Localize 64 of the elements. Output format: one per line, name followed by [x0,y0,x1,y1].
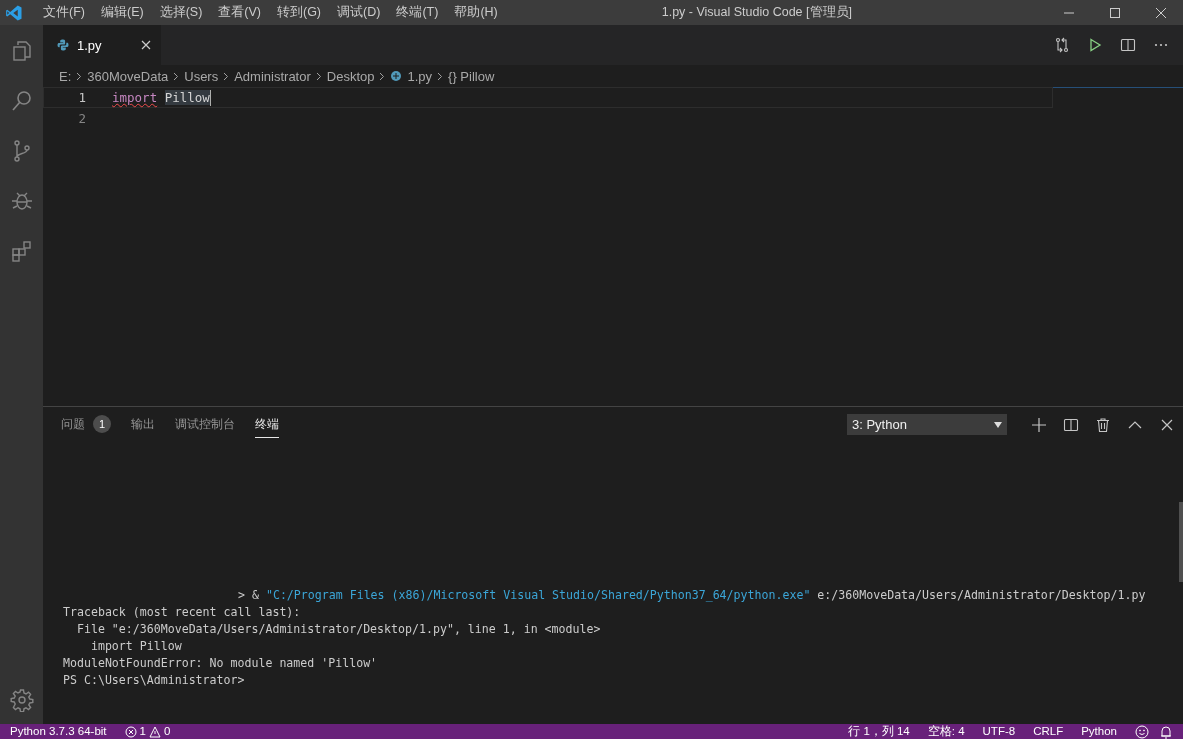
terminal-line: > & "C:/Program Files (x86)/Microsoft Visual Studio/Shared/Python37_64/python.exe" e:/360MoveData/Users/Administrator/Desktop/1.py [237,587,1147,604]
status-item[interactable]: 空格: 4 [927,724,973,739]
breadcrumb-item[interactable]: Users [184,68,219,84]
split-terminal-icon[interactable] [1063,416,1079,433]
extensions-icon[interactable] [9,239,34,263]
smiley-icon[interactable] [1135,724,1149,739]
breadcrumb-item[interactable]: {} Pillow [448,68,495,84]
bell-icon[interactable] [1159,724,1173,739]
text-cursor [209,89,212,106]
chevron-icon [76,71,83,81]
panel-tab[interactable]: 终端 [255,411,279,438]
interpreter-status[interactable]: Python 3.7.3 64-bit [10,724,115,739]
chevron-icon [223,71,230,81]
breadcrumb-item[interactable]: Administrator [234,68,311,84]
menu-item[interactable]: 选择(S) [151,4,211,21]
warning-icon [148,725,161,738]
menu-item[interactable]: 转到(G) [269,4,330,21]
panel-tab[interactable]: 调试控制台 [175,411,235,438]
status-item[interactable]: Python [1081,724,1125,739]
compare-changes-icon[interactable] [1054,37,1070,53]
chevron-icon [437,71,444,81]
count-badge: 1 [93,415,111,433]
terminal-line: File "e:/360MoveData/Users/Administrator/Desktop/1.py", line 1, in <module> [75,621,602,638]
close-icon[interactable] [1155,6,1167,19]
close-icon[interactable] [141,40,151,50]
chevron-icon [315,71,322,81]
panel-tab[interactable]: 问题 1 [61,411,111,438]
editor-tab[interactable]: 1.py [43,25,161,65]
menu-item[interactable]: 终端(T) [388,4,447,21]
terminal-line: PS C:\Users\Administrator> [63,672,246,689]
chevron-icon [173,71,180,81]
menu-item[interactable]: 调试(D) [329,4,389,21]
breadcrumb-item[interactable]: 360MoveData [87,68,169,84]
menu-item[interactable]: 查看(V) [210,4,269,21]
menu-item[interactable]: 文件(F) [35,4,93,21]
status-item[interactable]: 行 1，列 14 [848,724,918,739]
line-number: 1 [77,90,86,105]
menu-item[interactable]: 编辑(E) [92,4,152,21]
code-line: import Pillow [112,90,210,105]
search-icon[interactable] [9,89,34,113]
terminal-line: import Pillow [89,638,183,655]
run-icon[interactable] [1087,37,1103,53]
status-item[interactable]: CRLF [1033,724,1072,739]
breadcrumb-item[interactable]: Desktop [326,68,375,84]
status-item[interactable]: UTF-8 [982,724,1024,739]
terminal-line: ModuleNotFoundError: No module named 'Pillow' [63,655,379,672]
breadcrumb-item[interactable]: 1.py [407,68,433,84]
line-number: 2 [77,111,86,126]
app-logo-icon [5,3,23,22]
split-editor-icon[interactable] [1120,37,1136,53]
breadcrumb-item[interactable]: E: [59,68,72,84]
terminal-line: Traceback (most recent call last): [63,604,302,621]
trash-icon[interactable] [1095,416,1111,433]
error-icon [124,725,137,738]
panel-tab[interactable]: 输出 [131,411,155,438]
settings-icon[interactable] [9,688,34,712]
new-terminal-icon[interactable] [1031,416,1047,433]
problems-status[interactable]: 1 0 [124,724,179,739]
terminal-dropdown[interactable]: 3: Python [847,414,1007,435]
dropdown-arrow-icon [994,421,1002,428]
maximize-icon[interactable] [1109,6,1121,19]
menu-item[interactable]: 帮助(H) [446,4,506,21]
window-title: 1.py - Visual Studio Code [管理员] [661,4,852,21]
chevron-icon [379,71,386,81]
